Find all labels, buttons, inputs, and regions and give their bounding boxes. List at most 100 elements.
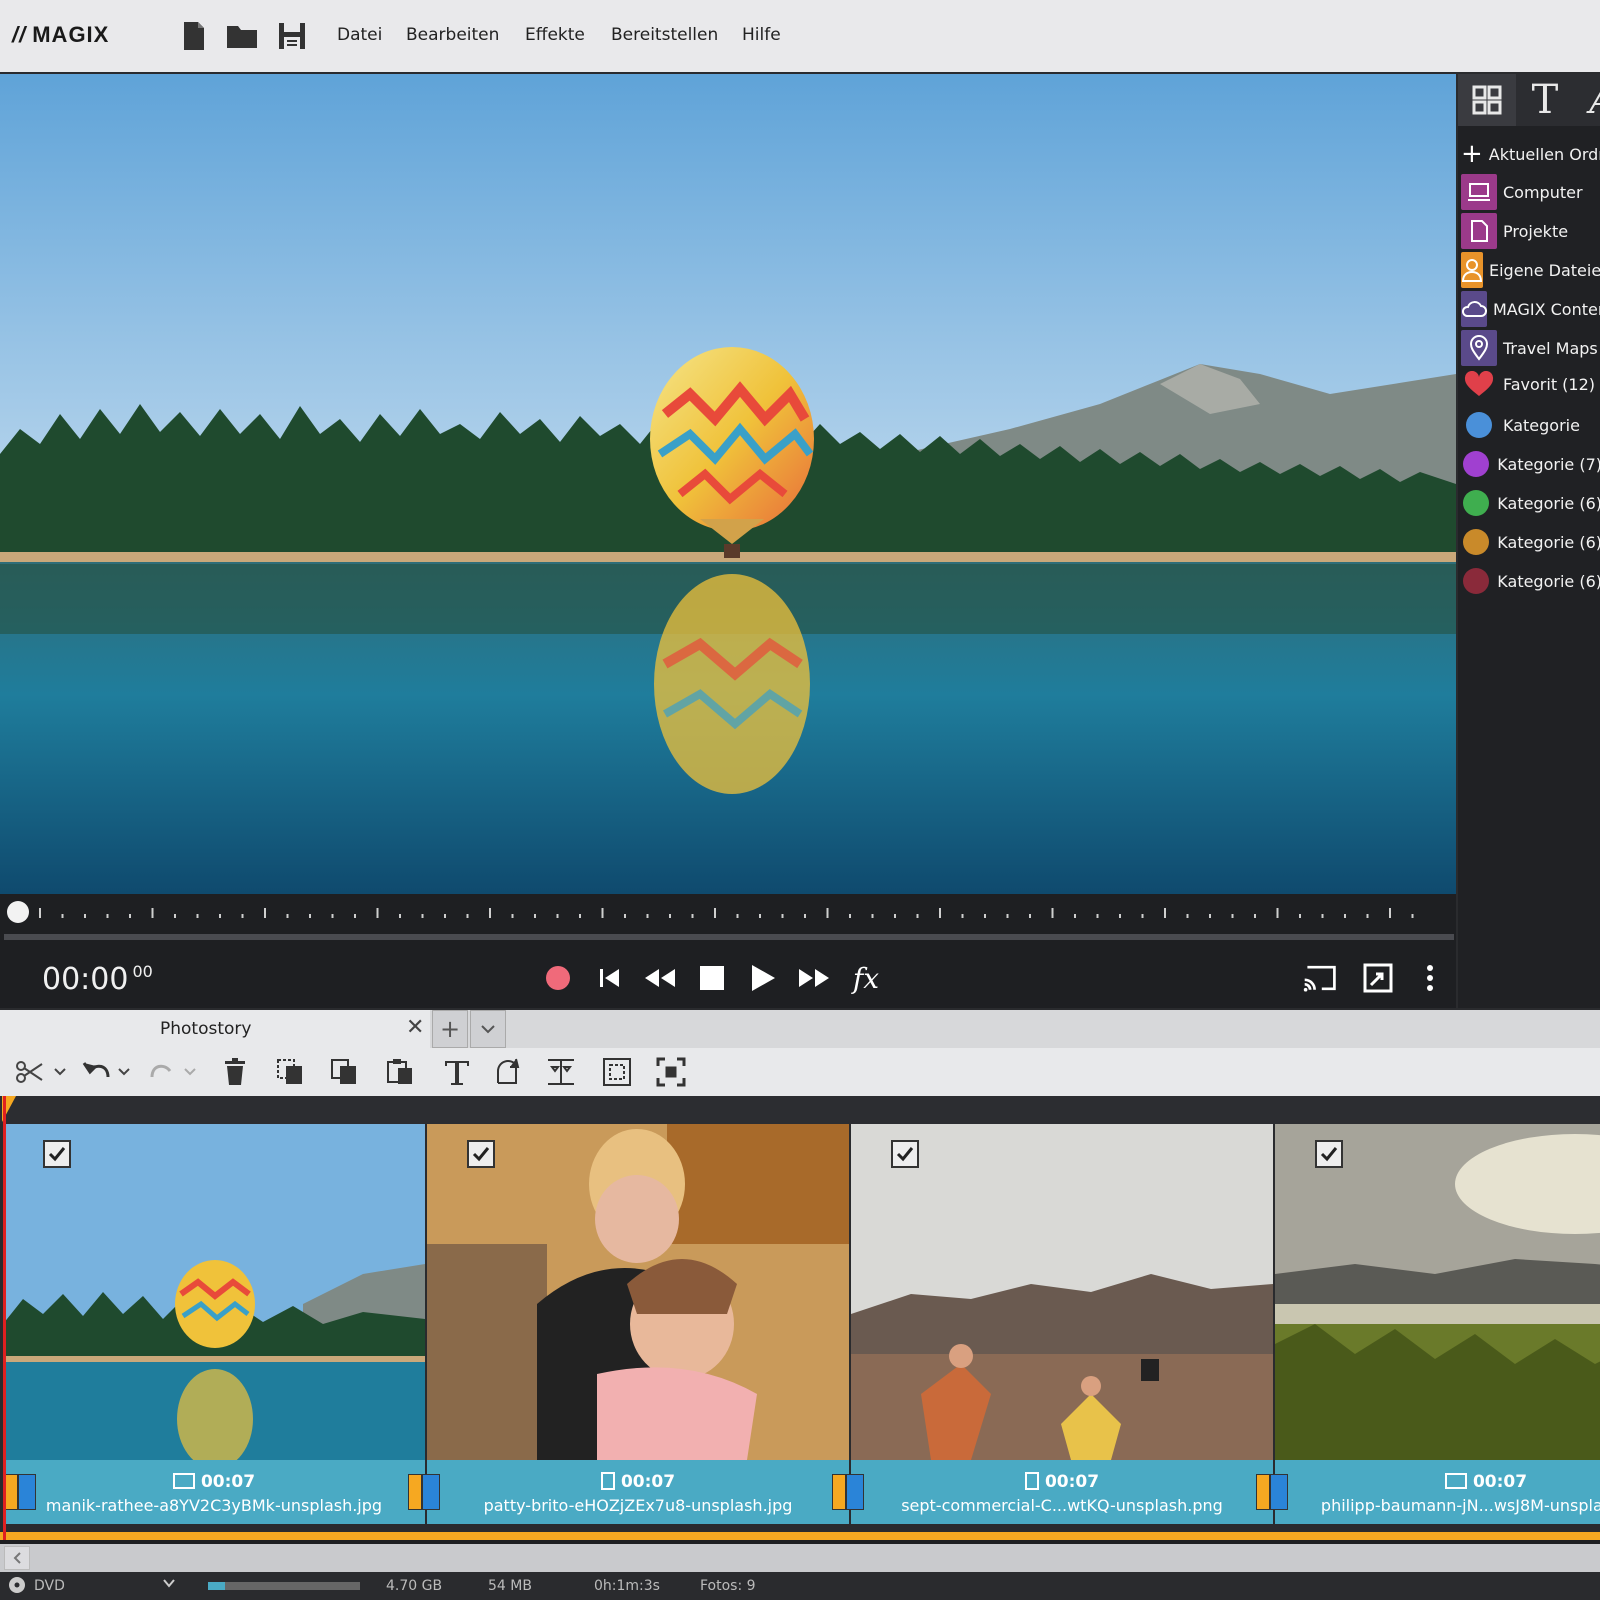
- rewind-button[interactable]: [642, 960, 678, 996]
- clip-card[interactable]: 00:07 sept-commercial-C...wtKQ-unsplash.…: [851, 1124, 1273, 1524]
- clip-card[interactable]: 00:07 manik-rathee-a8YV2C3yBMk-unsplash.…: [3, 1124, 425, 1524]
- scrubber-knob[interactable]: [7, 901, 29, 923]
- crop-frame-icon[interactable]: [600, 1056, 634, 1088]
- fullscreen-icon[interactable]: [1360, 960, 1396, 996]
- scrubber-area[interactable]: [0, 894, 1456, 948]
- edit-toolbar: [0, 1048, 1600, 1096]
- undo-icon[interactable]: [80, 1056, 114, 1088]
- media-item-eigene-dateien[interactable]: Eigene Dateien: [1458, 252, 1600, 288]
- undo-dropdown-chevron-icon[interactable]: [114, 1056, 134, 1088]
- media-item-kategorie-green[interactable]: Kategorie (6): [1458, 485, 1600, 521]
- playhead-line[interactable]: [3, 1096, 6, 1540]
- menu-bearbeiten[interactable]: Bearbeiten: [406, 25, 499, 45]
- map-pin-icon: [1461, 330, 1497, 366]
- media-item-kategorie-red[interactable]: Kategorie (6): [1458, 563, 1600, 599]
- computer-icon: [1461, 174, 1497, 210]
- menu-effekte[interactable]: Effekte: [525, 25, 585, 45]
- clip-duration: 00:07: [851, 1472, 1273, 1492]
- delete-trash-icon[interactable]: [218, 1056, 252, 1088]
- timeline-ruler[interactable]: [0, 1096, 1600, 1124]
- save-icon[interactable]: [276, 20, 308, 52]
- media-dropdown-chevron-icon[interactable]: [162, 1576, 176, 1594]
- close-tab-icon[interactable]: ✕: [406, 1015, 424, 1040]
- tab-menu-chevron-icon[interactable]: [470, 1010, 506, 1048]
- video-preview[interactable]: [0, 74, 1456, 894]
- paste-icon[interactable]: [384, 1056, 418, 1088]
- record-button[interactable]: [540, 960, 576, 996]
- fit-zoom-icon[interactable]: [654, 1056, 688, 1088]
- category-dot-icon: [1461, 407, 1497, 443]
- media-pool-tabs: T A: [1458, 74, 1600, 126]
- category-dot-icon: [1461, 485, 1491, 521]
- tab-photostory[interactable]: Photostory ✕: [0, 1010, 430, 1050]
- redo-dropdown-chevron-icon[interactable]: [180, 1056, 200, 1088]
- transition-marker[interactable]: [1256, 1474, 1290, 1510]
- project-duration: 0h:1m:3s: [594, 1578, 660, 1594]
- title-text-tool-icon[interactable]: [440, 1056, 474, 1088]
- category-dot-icon: [1461, 563, 1491, 599]
- stop-button[interactable]: [694, 960, 730, 996]
- add-tab-button[interactable]: +: [432, 1010, 468, 1048]
- clip-duration: 00:07: [427, 1472, 849, 1492]
- redo-icon[interactable]: [146, 1056, 180, 1088]
- clip-filename: sept-commercial-C...wtKQ-unsplash.png: [901, 1496, 1223, 1515]
- document-icon: [1461, 213, 1497, 249]
- media-item-magix-content[interactable]: MAGIX Content: [1458, 291, 1600, 327]
- menu-hilfe[interactable]: Hilfe: [742, 25, 781, 45]
- media-item-kategorie-orange[interactable]: Kategorie (6): [1458, 524, 1600, 560]
- clip-info-bar: 00:07 manik-rathee-a8YV2C3yBMk-unsplash.…: [3, 1460, 425, 1524]
- clip-checkbox[interactable]: [467, 1140, 495, 1168]
- scroll-left-arrow-icon[interactable]: [4, 1546, 30, 1570]
- disc-capacity: 4.70 GB: [386, 1578, 443, 1594]
- media-item-favorit[interactable]: Favorit (12): [1458, 366, 1600, 402]
- cut-scissors-icon[interactable]: [12, 1056, 46, 1088]
- grid-view-icon[interactable]: [1458, 74, 1516, 126]
- split-icon[interactable]: [544, 1056, 578, 1088]
- cut-clip-icon[interactable]: [274, 1056, 308, 1088]
- status-bar: DVD 4.70 GB 54 MB 0h:1m:3s Fotos: 9: [0, 1572, 1600, 1600]
- media-item-travel-maps[interactable]: Travel Maps: [1458, 330, 1600, 366]
- transition-marker[interactable]: [832, 1474, 866, 1510]
- menu-datei[interactable]: Datei: [337, 25, 382, 45]
- disc-usage-meter: [208, 1582, 360, 1590]
- clip-filename: manik-rathee-a8YV2C3yBMk-unsplash.jpg: [45, 1496, 383, 1515]
- timeline-scrollbar[interactable]: [0, 1544, 1600, 1572]
- effects-fx-button[interactable]: fx: [848, 960, 884, 996]
- clip-info-bar: 00:07 patty-brito-eHOZjZEx7u8-unsplash.j…: [427, 1460, 849, 1524]
- skip-back-button[interactable]: [592, 960, 628, 996]
- cast-icon[interactable]: [1302, 960, 1338, 996]
- transition-marker[interactable]: [4, 1474, 38, 1510]
- fast-forward-button[interactable]: [796, 960, 832, 996]
- rotate-icon[interactable]: [492, 1056, 526, 1088]
- media-item-computer[interactable]: Computer: [1458, 174, 1600, 210]
- copy-icon[interactable]: [328, 1056, 362, 1088]
- clip-card[interactable]: 00:07 philipp-baumann-jN...wsJ8M-unsplas…: [1275, 1124, 1600, 1524]
- timeline-duration-bar: [0, 1532, 1600, 1540]
- media-pool-panel: T A + Aktuellen Ordner Computer Projekte…: [1456, 74, 1600, 1008]
- clip-checkbox[interactable]: [1315, 1140, 1343, 1168]
- fonts-icon[interactable]: A: [1574, 74, 1600, 126]
- transition-marker[interactable]: [408, 1474, 442, 1510]
- media-item-projekte[interactable]: Projekte: [1458, 213, 1600, 249]
- cut-dropdown-chevron-icon[interactable]: [50, 1056, 70, 1088]
- timecode-display: 00:00 00: [42, 962, 153, 997]
- media-item-kategorie-purple[interactable]: Kategorie (7): [1458, 446, 1600, 482]
- menu-bar: //MAGIX Datei Bearbeiten Effekte Bereits…: [0, 0, 1600, 74]
- play-button[interactable]: [744, 960, 780, 996]
- clip-card[interactable]: 00:07 patty-brito-eHOZjZEx7u8-unsplash.j…: [427, 1124, 849, 1524]
- media-item-kategorie-blue[interactable]: Kategorie: [1458, 407, 1600, 443]
- new-file-icon[interactable]: [178, 20, 210, 52]
- landscape-photo-icon: [1444, 1473, 1467, 1489]
- open-folder-icon[interactable]: [225, 20, 257, 52]
- cloud-icon: [1461, 291, 1487, 327]
- menu-bereitstellen[interactable]: Bereitstellen: [611, 25, 718, 45]
- media-item-current-folder[interactable]: + Aktuellen Ordner: [1458, 136, 1600, 172]
- clip-duration: 00:07: [1275, 1472, 1600, 1492]
- transport-bar: 00:00 00 fx: [0, 948, 1456, 1008]
- project-size: 54 MB: [488, 1578, 532, 1594]
- clip-checkbox[interactable]: [43, 1140, 71, 1168]
- more-options-icon[interactable]: [1412, 960, 1448, 996]
- title-text-icon[interactable]: T: [1516, 74, 1574, 126]
- clip-checkbox[interactable]: [891, 1140, 919, 1168]
- disc-usage-fill: [208, 1582, 225, 1590]
